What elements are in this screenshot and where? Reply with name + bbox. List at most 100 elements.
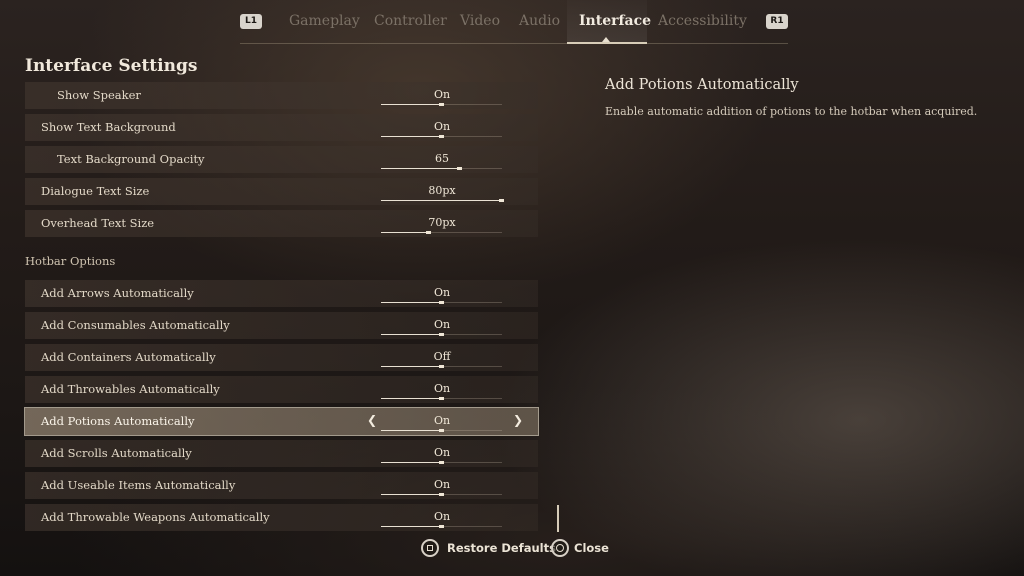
setting-slider-track[interactable] bbox=[381, 429, 502, 432]
setting-label: Text Background Opacity bbox=[57, 152, 205, 166]
setting-row[interactable]: Add Consumables Automatically On bbox=[25, 312, 538, 339]
setting-slider-track[interactable] bbox=[381, 231, 502, 234]
setting-value: Off bbox=[433, 350, 451, 363]
setting-slider-fill bbox=[381, 168, 460, 169]
setting-row[interactable]: Add Scrolls Automatically On bbox=[25, 440, 538, 467]
setting-label: Add Scrolls Automatically bbox=[41, 446, 192, 460]
setting-value: On bbox=[433, 286, 451, 299]
setting-slider-knob[interactable] bbox=[439, 103, 444, 106]
setting-slider-fill bbox=[381, 526, 442, 527]
setting-row[interactable]: Add Potions Automatically On ❮ ❯ bbox=[24, 407, 539, 436]
setting-value: On bbox=[433, 510, 451, 523]
setting-label: Add Potions Automatically bbox=[41, 414, 195, 428]
setting-row[interactable]: Add Throwable Weapons Automatically On bbox=[25, 504, 538, 531]
setting-value: On bbox=[433, 382, 451, 395]
setting-slider-fill bbox=[381, 462, 442, 463]
setting-row[interactable]: Show Speaker On bbox=[25, 82, 538, 109]
setting-label: Add Arrows Automatically bbox=[41, 286, 194, 300]
setting-slider-knob[interactable] bbox=[439, 397, 444, 400]
tab-controller[interactable]: Controller bbox=[374, 13, 447, 29]
tab-divider bbox=[240, 43, 788, 44]
setting-slider-fill bbox=[381, 494, 442, 495]
tab-active-underline bbox=[567, 42, 647, 44]
setting-slider-fill bbox=[381, 334, 442, 335]
description-title: Add Potions Automatically bbox=[605, 77, 799, 93]
setting-slider-track[interactable] bbox=[381, 365, 502, 368]
square-button-icon bbox=[421, 539, 439, 557]
setting-slider-knob[interactable] bbox=[457, 167, 462, 170]
setting-row[interactable]: Add Useable Items Automatically On bbox=[25, 472, 538, 499]
setting-label: Add Throwables Automatically bbox=[41, 382, 220, 396]
tab-audio[interactable]: Audio bbox=[519, 13, 560, 29]
setting-value: On bbox=[433, 446, 451, 459]
setting-row[interactable]: Dialogue Text Size 80px bbox=[25, 178, 538, 205]
setting-value: On bbox=[433, 318, 451, 331]
setting-slider-knob[interactable] bbox=[439, 301, 444, 304]
setting-slider-knob[interactable] bbox=[439, 135, 444, 138]
setting-row[interactable]: Text Background Opacity 65 bbox=[25, 146, 538, 173]
tab-gameplay[interactable]: Gameplay bbox=[289, 13, 360, 29]
tab-interface[interactable]: Interface bbox=[579, 13, 651, 29]
setting-slider-track[interactable] bbox=[381, 461, 502, 464]
setting-slider-fill bbox=[381, 366, 442, 367]
setting-value: On bbox=[433, 88, 451, 101]
setting-slider-track[interactable] bbox=[381, 397, 502, 400]
setting-row[interactable]: Add Containers Automatically Off bbox=[25, 344, 538, 371]
setting-slider-knob[interactable] bbox=[439, 429, 444, 432]
setting-slider-knob[interactable] bbox=[439, 493, 444, 496]
setting-value: On bbox=[433, 478, 451, 491]
setting-slider-knob[interactable] bbox=[439, 333, 444, 336]
description-text: Enable automatic addition of potions to … bbox=[605, 105, 978, 118]
setting-value: 65 bbox=[435, 152, 449, 165]
r1-button-icon[interactable]: R1 bbox=[766, 14, 788, 29]
setting-slider-track[interactable] bbox=[381, 103, 502, 106]
setting-slider-track[interactable] bbox=[381, 135, 502, 138]
setting-label: Add Throwable Weapons Automatically bbox=[41, 510, 270, 524]
setting-slider-fill bbox=[381, 232, 429, 233]
setting-label: Show Speaker bbox=[57, 88, 141, 102]
setting-value: 80px bbox=[428, 184, 456, 197]
setting-label: Add Useable Items Automatically bbox=[41, 478, 236, 492]
setting-slider-track[interactable] bbox=[381, 493, 502, 496]
top-tab-bar: L1 Gameplay Controller Video Audio Inter… bbox=[0, 0, 1024, 44]
setting-slider-knob[interactable] bbox=[426, 231, 431, 234]
tab-caret-icon bbox=[602, 37, 610, 42]
setting-value: On bbox=[433, 120, 451, 133]
setting-value: On bbox=[433, 414, 451, 427]
setting-slider-fill bbox=[381, 200, 502, 201]
close-label: Close bbox=[574, 541, 609, 555]
setting-label: Show Text Background bbox=[41, 120, 176, 134]
tab-accessibility[interactable]: Accessibility bbox=[658, 13, 747, 29]
circle-button-icon bbox=[551, 539, 569, 557]
setting-slider-fill bbox=[381, 136, 442, 137]
section-header-label: Hotbar Options bbox=[25, 254, 116, 268]
tab-video[interactable]: Video bbox=[460, 13, 500, 29]
setting-slider-track[interactable] bbox=[381, 301, 502, 304]
section-header-hotbar-options: Hotbar Options bbox=[25, 248, 538, 275]
setting-value: 70px bbox=[428, 216, 456, 229]
setting-slider-fill bbox=[381, 430, 442, 431]
setting-slider-knob[interactable] bbox=[499, 199, 504, 202]
setting-slider-knob[interactable] bbox=[439, 365, 444, 368]
setting-slider-fill bbox=[381, 104, 442, 105]
setting-label: Overhead Text Size bbox=[41, 216, 155, 230]
setting-slider-track[interactable] bbox=[381, 333, 502, 336]
setting-row[interactable]: Add Arrows Automatically On bbox=[25, 280, 538, 307]
setting-label: Add Containers Automatically bbox=[41, 350, 216, 364]
setting-slider-track[interactable] bbox=[381, 199, 504, 202]
setting-slider-fill bbox=[381, 398, 442, 399]
scrollbar[interactable] bbox=[557, 505, 559, 532]
setting-row[interactable]: Add Throwables Automatically On bbox=[25, 376, 538, 403]
setting-row[interactable]: Show Text Background On bbox=[25, 114, 538, 141]
setting-label: Add Consumables Automatically bbox=[41, 318, 230, 332]
chevron-right-icon[interactable]: ❯ bbox=[513, 413, 523, 427]
setting-row[interactable]: Overhead Text Size 70px bbox=[25, 210, 538, 237]
setting-slider-track[interactable] bbox=[381, 525, 502, 528]
chevron-left-icon[interactable]: ❮ bbox=[367, 413, 377, 427]
l1-button-icon[interactable]: L1 bbox=[240, 14, 262, 29]
setting-slider-knob[interactable] bbox=[439, 525, 444, 528]
setting-label: Dialogue Text Size bbox=[41, 184, 150, 198]
setting-slider-knob[interactable] bbox=[439, 461, 444, 464]
setting-slider-track[interactable] bbox=[381, 167, 502, 170]
restore-defaults-label: Restore Defaults bbox=[447, 541, 556, 555]
